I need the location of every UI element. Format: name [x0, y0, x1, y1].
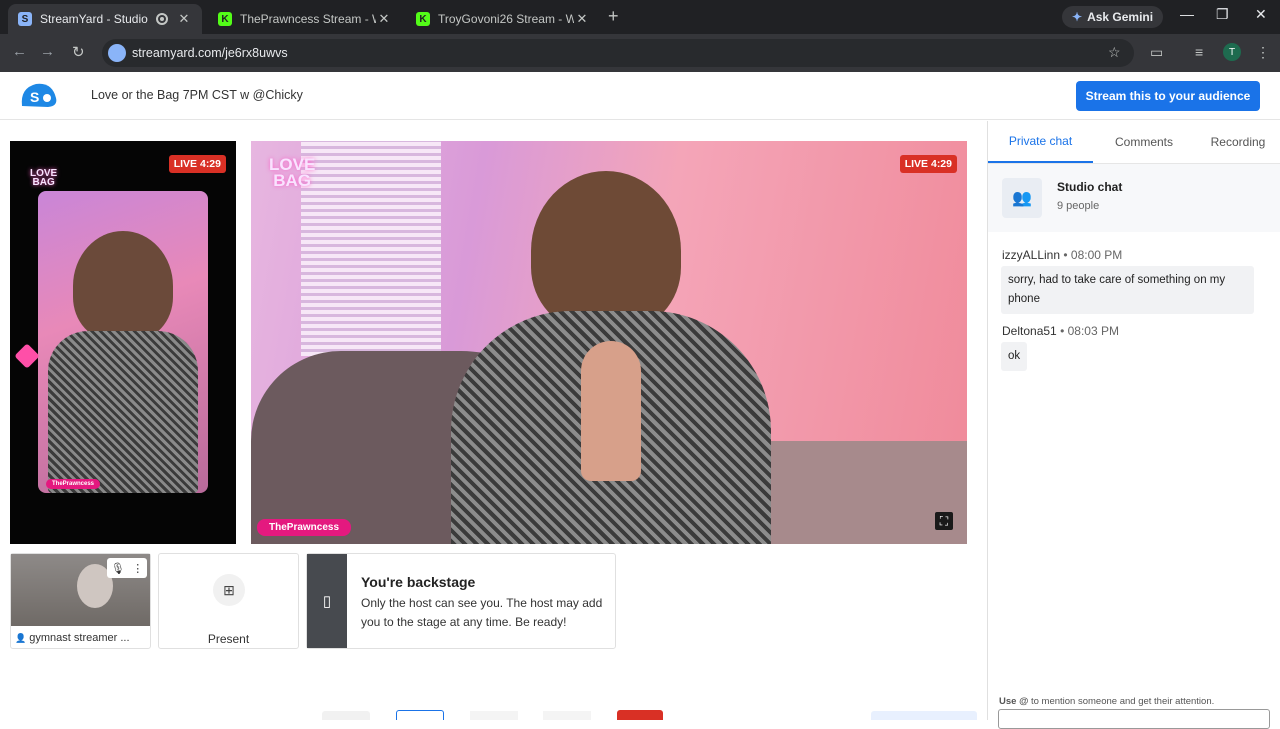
- cast-icon[interactable]: ▭: [1150, 44, 1163, 61]
- present-button[interactable]: ⊞ Present: [158, 553, 299, 649]
- new-tab-button[interactable]: +: [608, 6, 619, 27]
- studio-chat-title: Studio chat: [1057, 180, 1123, 194]
- tab-private-chat[interactable]: Private chat: [988, 121, 1093, 163]
- chat-panel: Private chat Comments Recording 👥 Studio…: [987, 121, 1280, 729]
- svg-text:S: S: [30, 89, 39, 105]
- heart-icon: [14, 343, 40, 369]
- more-options-icon[interactable]: ⋮: [132, 562, 143, 575]
- left-video-feed[interactable]: ThePrawncess LOVE BAG LIVE 4:29: [10, 141, 236, 544]
- left-video-frame: ThePrawncess: [38, 191, 208, 493]
- streamyard-favicon-icon: S: [18, 12, 32, 26]
- love-or-bag-logo: LOVE BAG: [30, 168, 58, 188]
- forward-arrow-icon[interactable]: →: [40, 43, 55, 60]
- message-bubble: ok: [1001, 342, 1028, 371]
- self-name: gymnast streamer ...: [29, 632, 130, 644]
- address-bar[interactable]: streamyard.com/je6rx8uwvs: [102, 39, 1134, 67]
- message-author: Deltona51: [1002, 324, 1057, 338]
- tab-comments[interactable]: Comments: [1093, 121, 1195, 163]
- love-or-bag-logo: LOVE BAG: [269, 155, 316, 190]
- main-video-feed[interactable]: LOVE BAG LIVE 4:29 ThePrawncess ⛶: [251, 141, 967, 544]
- backstage-body: Only the host can see you. The host may …: [361, 596, 603, 629]
- participant-name-tag: ThePrawncess: [257, 519, 352, 536]
- present-screen-icon: ⊞: [213, 574, 245, 606]
- site-info-icon[interactable]: [108, 44, 126, 62]
- toolbar-button[interactable]: [470, 711, 518, 720]
- minimize-icon[interactable]: —: [1180, 6, 1194, 22]
- back-arrow-icon[interactable]: ←: [12, 43, 27, 60]
- bookmark-star-icon[interactable]: ☆: [1108, 44, 1121, 61]
- message-time: 08:03 PM: [1067, 324, 1119, 338]
- browser-tab-troygovoni[interactable]: K TroyGovoni26 Stream - Watch Li ✕: [406, 4, 600, 34]
- profile-avatar[interactable]: T: [1223, 43, 1241, 61]
- door-icon: ▯: [307, 554, 347, 648]
- person-head: [73, 231, 173, 341]
- streamyard-logo: S: [21, 83, 57, 107]
- self-preview-tile[interactable]: 🎙 ⋮ 👤 gymnast streamer ...: [10, 553, 151, 649]
- kick-favicon-icon: K: [218, 12, 232, 26]
- media-controls-icon[interactable]: ≡: [1195, 44, 1203, 60]
- message-time: 08:00 PM: [1070, 248, 1123, 262]
- toolbar-button[interactable]: [543, 711, 591, 720]
- stream-to-audience-button[interactable]: Stream this to your audience: [1076, 81, 1260, 111]
- message-author: izzyALLinn: [1002, 248, 1061, 262]
- window-blinds: [301, 141, 441, 356]
- url-text: streamyard.com/je6rx8uwvs: [132, 46, 288, 60]
- live-timer-badge: LIVE 4:29: [899, 155, 957, 173]
- close-tab-icon[interactable]: ✕: [574, 11, 590, 27]
- restore-icon[interactable]: ❐: [1216, 6, 1229, 23]
- fullscreen-icon[interactable]: ⛶: [935, 512, 953, 530]
- praying-hands: [581, 341, 641, 481]
- person-icon: 👤: [15, 633, 27, 643]
- browser-tab-bar: S StreamYard - Studio ✕ K ThePrawncess S…: [0, 0, 1280, 34]
- toolbar-button-selected[interactable]: [396, 710, 444, 720]
- message-bubble: sorry, had to take care of something on …: [1001, 266, 1254, 314]
- app-header: S Love or the Bag 7PM CST w @Chicky Stre…: [0, 72, 1280, 120]
- participant-name-tag: ThePrawncess: [46, 479, 101, 489]
- settings-button[interactable]: [871, 711, 977, 720]
- broadcast-title[interactable]: Love or the Bag 7PM CST w @Chicky: [91, 88, 303, 102]
- message-header: Deltona51 • 08:03 PM: [1002, 324, 1119, 338]
- person-head: [531, 171, 681, 331]
- self-name-row: 👤 gymnast streamer ...: [15, 632, 130, 644]
- present-label: Present: [207, 632, 250, 646]
- tile-controls: 🎙 ⋮: [107, 558, 147, 578]
- studio-chat-header: 👥 Studio chat 9 people: [988, 164, 1280, 232]
- close-tab-icon[interactable]: ✕: [176, 11, 192, 27]
- leave-studio-button[interactable]: [617, 710, 663, 720]
- browser-menu-icon[interactable]: ⋮: [1256, 44, 1270, 61]
- toolbar-button[interactable]: [322, 711, 370, 720]
- tab-recording[interactable]: Recording: [1195, 121, 1280, 163]
- live-timer-badge: LIVE 4:29: [168, 155, 226, 173]
- ask-gemini-button[interactable]: ✦ Ask Gemini: [1062, 6, 1164, 28]
- chat-message-input[interactable]: [998, 709, 1270, 729]
- reload-icon[interactable]: ↻: [72, 43, 85, 61]
- studio-chat-count: 9 people: [1057, 200, 1100, 212]
- gemini-sparkle-icon: ✦: [1072, 10, 1083, 24]
- close-window-icon[interactable]: ✕: [1255, 6, 1267, 23]
- person-body: [48, 331, 198, 493]
- backstage-title: You're backstage: [361, 574, 476, 590]
- recording-icon: [156, 13, 168, 25]
- browser-toolbar: ← → ↻ streamyard.com/je6rx8uwvs ☆ ▭ ≡ T …: [0, 34, 1280, 72]
- people-icon: 👥: [1002, 178, 1042, 218]
- kick-favicon-icon: K: [416, 12, 430, 26]
- tab-title: ThePrawncess Stream - Watch Li: [240, 12, 376, 26]
- mention-hint: Use @ to mention someone and get their a…: [999, 696, 1215, 707]
- ask-gemini-label: Ask Gemini: [1087, 10, 1154, 24]
- message-header: izzyALLinn • 08:00 PM: [1002, 248, 1123, 262]
- browser-tab-streamyard[interactable]: S StreamYard - Studio ✕: [8, 4, 202, 34]
- tab-title: TroyGovoni26 Stream - Watch Li: [438, 12, 574, 26]
- close-tab-icon[interactable]: ✕: [376, 11, 392, 27]
- microphone-icon[interactable]: 🎙: [111, 562, 125, 575]
- browser-tab-prawncess[interactable]: K ThePrawncess Stream - Watch Li ✕: [208, 4, 402, 34]
- backstage-notice: ▯ You're backstage Only the host can see…: [306, 553, 616, 649]
- tab-title: StreamYard - Studio: [40, 12, 148, 26]
